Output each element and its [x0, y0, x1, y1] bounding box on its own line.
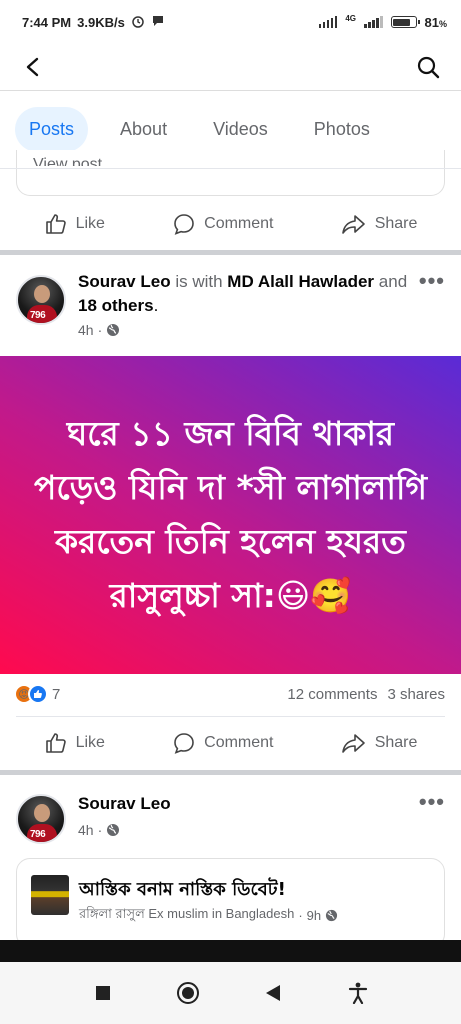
accessibility-button[interactable] [338, 973, 378, 1013]
share-label: Share [374, 215, 418, 232]
shared-time: 9h [306, 908, 322, 923]
period: . [153, 296, 159, 315]
comment-button[interactable]: Comment [172, 212, 274, 236]
share-icon [341, 734, 365, 753]
post-separator [0, 250, 461, 255]
comment-count[interactable]: 12 comments [287, 686, 377, 703]
media-preview-strip [0, 940, 461, 962]
chat-notification-icon [151, 14, 165, 31]
globe-icon [326, 909, 338, 922]
more-options-icon[interactable]: ••• [419, 268, 445, 294]
like-button[interactable]: Like [44, 212, 105, 236]
square-icon [95, 986, 110, 1000]
more-options-icon[interactable]: ••• [419, 789, 445, 815]
search-icon [417, 56, 440, 79]
avatar-jersey-number: 796 [30, 829, 46, 840]
thumbs-up-icon [45, 733, 66, 753]
comment-label: Comment [204, 734, 274, 751]
recent-apps-button[interactable] [83, 973, 123, 1013]
tab-photos[interactable]: Photos [300, 107, 384, 152]
like-label: Like [75, 734, 105, 751]
globe-icon [107, 324, 120, 336]
home-circle-icon [176, 982, 199, 1004]
post-header-text: Sourav Leo is with MD Alall Hawlader and… [78, 270, 418, 318]
with-text: is with [175, 272, 223, 291]
shared-source[interactable]: রঙ্গিলা রাসুল Ex muslim in Bangladesh [79, 905, 294, 926]
author-name[interactable]: Sourav Leo [78, 794, 171, 813]
status-bar: 7:44 PM 3.9KB/s 4G 81% [0, 0, 461, 44]
thumbs-up-icon [45, 214, 66, 234]
reactions-divider [16, 716, 445, 717]
post-actions-0: Like Comment Share [0, 202, 461, 246]
tab-videos[interactable]: Videos [199, 107, 282, 152]
cell-signal-icon [364, 16, 383, 28]
comment-label: Comment [204, 215, 274, 232]
triangle-back-icon [266, 985, 281, 1001]
and-text: and [378, 272, 408, 291]
battery-icon [390, 16, 420, 28]
like-button[interactable]: Like [44, 731, 105, 755]
avatar[interactable]: 796 [16, 794, 66, 844]
battery-level: 81% [424, 14, 447, 30]
post-meta: 4h · [78, 322, 120, 338]
share-button[interactable]: Share [341, 212, 418, 236]
shared-thumbnail [31, 875, 69, 915]
search-button[interactable] [411, 50, 445, 84]
back-nav-button[interactable] [253, 973, 293, 1013]
post-body: ঘরে ১১ জন বিবি থাকার পড়েও যিনি দা *সী ল… [33, 414, 428, 615]
home-button[interactable] [168, 973, 208, 1013]
chevron-left-icon [26, 57, 39, 77]
engagement-counts: 12 comments 3 shares [287, 686, 445, 703]
author-name[interactable]: Sourav Leo [78, 272, 171, 291]
tab-posts[interactable]: Posts [15, 106, 89, 152]
avatar-jersey-number: 796 [30, 310, 46, 321]
post-separator [0, 770, 461, 775]
partial-text: View post [33, 156, 103, 166]
post-actions-1: Like Comment Share [0, 721, 461, 765]
like-label: Like [75, 215, 105, 232]
post-header-text: Sourav Leo [78, 792, 418, 816]
wifi-signal-icon [318, 16, 338, 28]
comment-button[interactable]: Comment [172, 731, 274, 755]
tab-about[interactable]: About [106, 107, 181, 152]
globe-icon [107, 824, 120, 836]
shared-post-title: আস্তিক বনাম নাস্তিক ডিবেট! [79, 879, 286, 900]
gradient-text-post[interactable]: ঘরে ১১ জন বিবি থাকার পড়েও যিনি দা *সী ল… [0, 356, 461, 674]
header-divider [0, 90, 461, 91]
app-header [0, 44, 461, 90]
back-button[interactable] [16, 50, 50, 84]
share-label: Share [374, 734, 418, 751]
system-nav-bar [0, 962, 461, 1024]
reaction-summary[interactable]: 😡 7 [14, 684, 60, 704]
comment-icon [174, 733, 194, 754]
reaction-count: 7 [52, 685, 61, 703]
shared-post-meta: রঙ্গিলা রাসুল Ex muslim in Bangladesh · … [79, 905, 338, 926]
status-time: 7:44 PM [22, 14, 72, 30]
shared-post-card[interactable]: আস্তিক বনাম নাস্তিক ডিবেট! রঙ্গিলা রাসুল… [16, 858, 445, 948]
tagged-name[interactable]: MD Alall Hawlader [227, 272, 374, 291]
post-time[interactable]: 4h [78, 822, 94, 838]
avatar[interactable]: 796 [16, 275, 66, 325]
share-count[interactable]: 3 shares [387, 686, 445, 703]
accessibility-icon [349, 982, 368, 1004]
tabs-divider [0, 168, 461, 169]
profile-tabs: Posts About Videos Photos [0, 104, 461, 154]
status-speed: 3.9KB/s [77, 14, 125, 30]
network-label: 4G [345, 13, 357, 23]
comment-icon [174, 214, 194, 235]
post-meta: 4h · [78, 822, 120, 838]
partial-link-preview[interactable]: View post [16, 150, 445, 196]
tagged-others[interactable]: 18 others [78, 296, 154, 315]
like-reaction-icon [28, 684, 48, 704]
share-icon [341, 215, 365, 234]
alarm-icon [131, 14, 145, 31]
share-button[interactable]: Share [341, 731, 418, 755]
post-time[interactable]: 4h [78, 322, 94, 338]
